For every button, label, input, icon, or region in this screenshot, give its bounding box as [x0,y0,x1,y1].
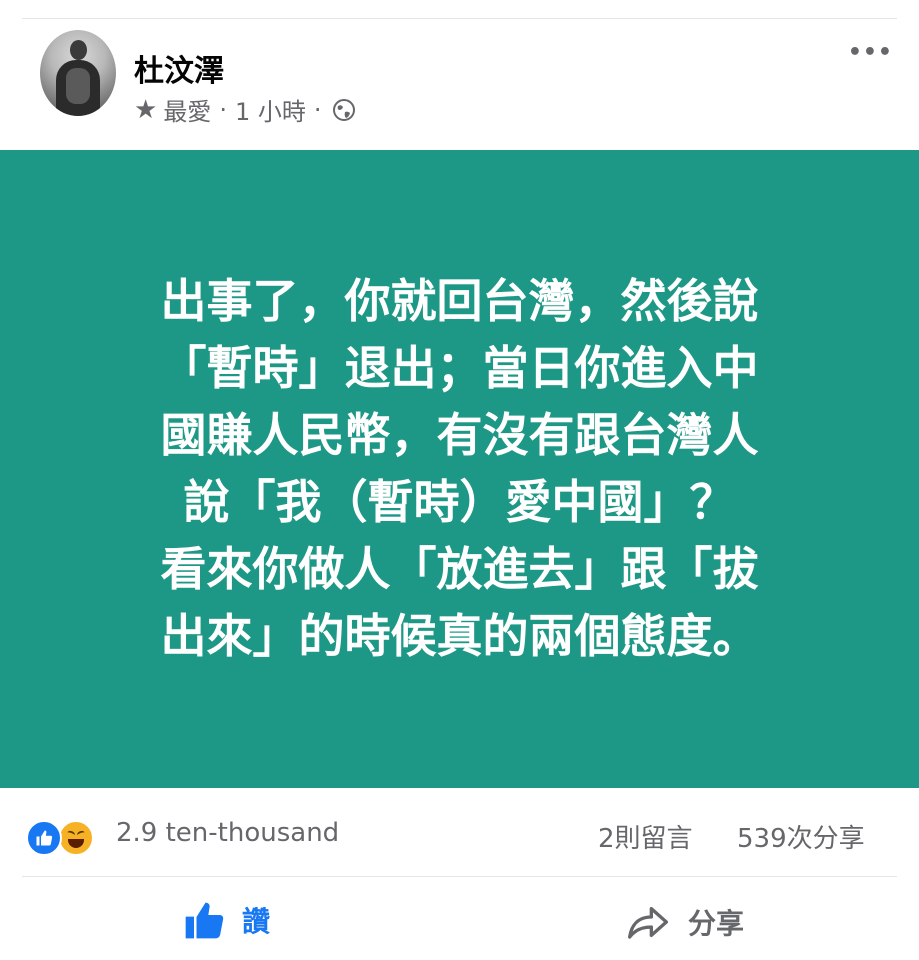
action-divider [22,876,897,877]
audience-label: 最愛 [163,98,212,126]
meta-separator-2: · [313,95,322,124]
action-bar: 讚 分享 [0,890,919,956]
star-icon: ★ [134,94,158,125]
shares-count[interactable]: 539次分享 [737,818,865,855]
reactions-count[interactable]: 2.9 ten-thousand [116,818,339,848]
share-button-label: 分享 [688,907,745,940]
like-button-label: 讚 [242,905,271,938]
post-text: 出事了，你就回台灣，然後說 「暫時」退出；當日你進入中 國賺人民幣，有沒有跟台灣… [160,274,759,663]
comments-count[interactable]: 2則留言 [598,818,693,855]
post-time[interactable]: 1 小時 [235,92,306,127]
like-button[interactable]: 讚 [184,900,270,940]
post-text-card: 出事了，你就回台灣，然後說 「暫時」退出；當日你進入中 國賺人民幣，有沒有跟台灣… [0,150,919,788]
meta-separator: · [219,95,227,124]
haha-reaction-icon[interactable] [58,820,94,856]
globe-icon [332,98,355,121]
share-button[interactable]: 分享 [628,902,744,942]
more-horizontal-icon[interactable]: ••• [848,40,893,65]
post-meta: ★ 最愛 · 1 小時 · [134,92,356,127]
like-reaction-icon[interactable] [26,820,62,856]
top-divider [22,18,897,19]
post-header: 杜汶澤 ★ 最愛 · 1 小時 · ••• [0,30,919,130]
author-name[interactable]: 杜汶澤 [134,46,224,90]
author-avatar[interactable] [40,30,116,116]
thumbs-up-icon [185,902,224,939]
thumbs-up-icon [36,830,53,846]
reaction-summary: 2.9 ten-thousand 2則留言 539次分享 [0,808,919,864]
share-arrow-icon [628,907,668,939]
